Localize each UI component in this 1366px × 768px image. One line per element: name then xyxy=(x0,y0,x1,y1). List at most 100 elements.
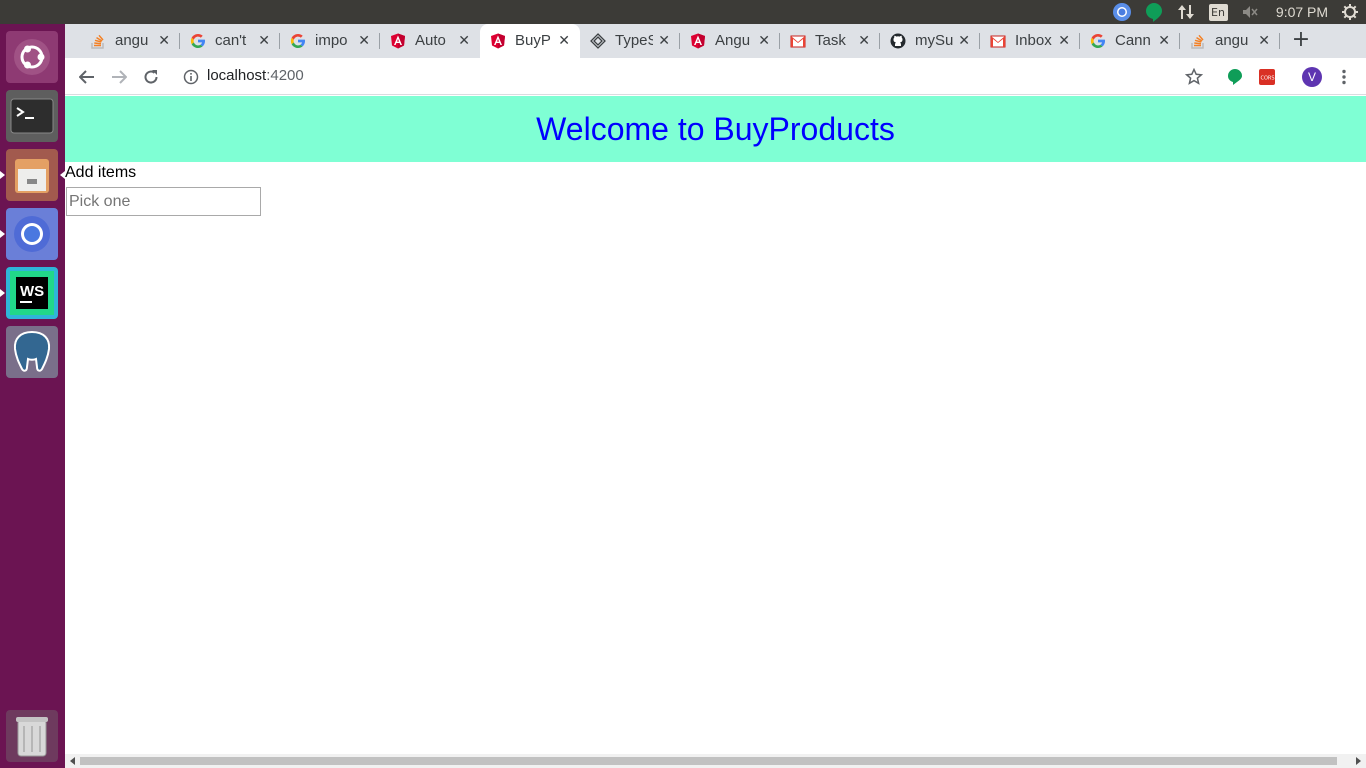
address-bar[interactable]: localhost:4200 xyxy=(207,66,304,86)
files-icon[interactable] xyxy=(0,149,65,201)
site-info-button[interactable] xyxy=(179,65,203,89)
browser-tab[interactable]: can't ✕ xyxy=(180,24,280,58)
angular-icon xyxy=(490,33,506,49)
bookmark-star-button[interactable] xyxy=(1182,65,1206,89)
reload-button[interactable] xyxy=(139,65,163,89)
browser-tab[interactable]: impo ✕ xyxy=(280,24,380,58)
new-tab-button[interactable]: + xyxy=(1290,29,1312,52)
stackoverflow-icon xyxy=(90,33,106,49)
profile-initial: V xyxy=(1307,70,1316,84)
tab-title: Cann xyxy=(1115,32,1151,49)
typescript-icon xyxy=(590,33,606,49)
tab-close-icon[interactable]: ✕ xyxy=(1158,32,1170,49)
system-top-panel: En 9:07 PM xyxy=(0,0,1366,24)
tab-close-icon[interactable]: ✕ xyxy=(558,32,570,49)
keyboard-language-indicator[interactable]: En xyxy=(1207,0,1229,24)
tab-close-icon[interactable]: ✕ xyxy=(258,32,270,49)
more-vert-icon xyxy=(1342,69,1346,85)
svg-text:CORS: CORS xyxy=(1261,76,1275,82)
tab-title: Auto xyxy=(415,32,446,49)
browser-tab[interactable]: Angu ✕ xyxy=(680,24,780,58)
svg-text:WS: WS xyxy=(20,283,44,300)
tab-title: Angu xyxy=(715,32,751,49)
browser-tab[interactable]: angu ✕ xyxy=(80,24,180,58)
welcome-banner: Welcome to BuyProducts xyxy=(65,96,1366,162)
google-icon xyxy=(190,33,206,49)
browser-tab[interactable]: mySu ✕ xyxy=(880,24,980,58)
browser-tab[interactable]: angu ✕ xyxy=(1180,24,1280,58)
tab-title: mySu xyxy=(915,32,953,49)
pgadmin-elephant-icon[interactable] xyxy=(6,326,58,378)
info-icon xyxy=(183,69,199,85)
hangouts-extension-button[interactable] xyxy=(1223,65,1247,89)
ubuntu-dash-icon[interactable] xyxy=(6,31,58,83)
google-icon xyxy=(290,33,306,49)
forward-button[interactable] xyxy=(107,65,131,89)
tab-separator xyxy=(1279,33,1280,49)
back-button[interactable] xyxy=(75,65,99,89)
tab-title: BuyP xyxy=(515,32,551,49)
clock[interactable]: 9:07 PM xyxy=(1270,0,1334,24)
tab-close-icon[interactable]: ✕ xyxy=(758,32,770,49)
trash-icon[interactable] xyxy=(6,710,58,762)
hangouts-icon xyxy=(1228,69,1242,85)
chrome-menu-button[interactable] xyxy=(1332,65,1356,89)
profile-avatar-button[interactable]: V xyxy=(1300,65,1324,89)
tab-title: Task xyxy=(815,32,846,49)
angular-icon xyxy=(690,33,706,49)
cors-extension-button[interactable]: CORS xyxy=(1255,65,1279,89)
gmail-icon xyxy=(790,33,806,49)
tab-title: can't xyxy=(215,32,247,49)
page-title: Welcome to BuyProducts xyxy=(536,110,895,147)
hangouts-tray-icon[interactable] xyxy=(1143,0,1165,24)
browser-tab[interactable]: Inbox ✕ xyxy=(980,24,1080,58)
browser-tab[interactable]: Task ✕ xyxy=(780,24,880,58)
star-icon xyxy=(1185,68,1203,85)
browser-tab[interactable]: TypeS ✕ xyxy=(580,24,680,58)
volume-muted-icon[interactable] xyxy=(1239,0,1261,24)
google-icon xyxy=(1090,33,1106,49)
gmail-icon xyxy=(990,33,1006,49)
tab-title: angu xyxy=(115,32,149,49)
tab-title: impo xyxy=(315,32,348,49)
terminal-icon[interactable] xyxy=(6,90,58,142)
chromium-tray-icon[interactable] xyxy=(1111,0,1133,24)
pick-one-input[interactable] xyxy=(66,187,261,216)
tab-close-icon[interactable]: ✕ xyxy=(458,32,470,49)
url-port: :4200 xyxy=(266,67,304,84)
tab-title: angu xyxy=(1215,32,1249,49)
scroll-left-arrow[interactable] xyxy=(70,757,75,765)
scroll-right-arrow[interactable] xyxy=(1356,757,1361,765)
page-content: Welcome to BuyProducts Add items xyxy=(65,96,1366,754)
tab-close-icon[interactable]: ✕ xyxy=(358,32,370,49)
browser-tab[interactable]: Cann ✕ xyxy=(1080,24,1180,58)
arrow-left-icon xyxy=(79,70,94,84)
webstorm-icon[interactable]: WS xyxy=(0,267,58,319)
add-items-label: Add items xyxy=(65,164,137,181)
browser-tab[interactable]: BuyP ✕ xyxy=(480,24,580,58)
angular-icon xyxy=(390,33,406,49)
unity-launcher: WS xyxy=(0,24,65,768)
arrow-right-icon xyxy=(112,70,127,84)
tab-close-icon[interactable]: ✕ xyxy=(958,32,970,49)
browser-toolbar: localhost:4200 CORS V xyxy=(65,58,1366,95)
tab-title: TypeS xyxy=(615,32,653,49)
url-host: localhost xyxy=(207,67,267,84)
browser-tab[interactable]: Auto ✕ xyxy=(380,24,480,58)
horizontal-scrollbar[interactable] xyxy=(65,754,1366,768)
cors-icon: CORS xyxy=(1259,69,1275,85)
tab-close-icon[interactable]: ✕ xyxy=(1258,32,1270,49)
tab-title: Inbox xyxy=(1015,32,1052,49)
github-icon xyxy=(890,33,906,49)
browser-tab-strip: angu ✕ can't ✕ impo ✕ Auto ✕ BuyP ✕ TypeS ✕ Angu ✕ Tas… xyxy=(65,24,1366,58)
scrollbar-thumb[interactable] xyxy=(80,757,1337,765)
chromium-icon[interactable] xyxy=(0,208,58,260)
tab-close-icon[interactable]: ✕ xyxy=(858,32,870,49)
stackoverflow-icon xyxy=(1190,33,1206,49)
reload-icon xyxy=(144,70,158,84)
tab-close-icon[interactable]: ✕ xyxy=(1058,32,1070,49)
tab-close-icon[interactable]: ✕ xyxy=(658,32,670,49)
tab-close-icon[interactable]: ✕ xyxy=(158,32,170,49)
network-icon[interactable] xyxy=(1175,0,1197,24)
settings-gear-icon[interactable] xyxy=(1339,0,1361,24)
